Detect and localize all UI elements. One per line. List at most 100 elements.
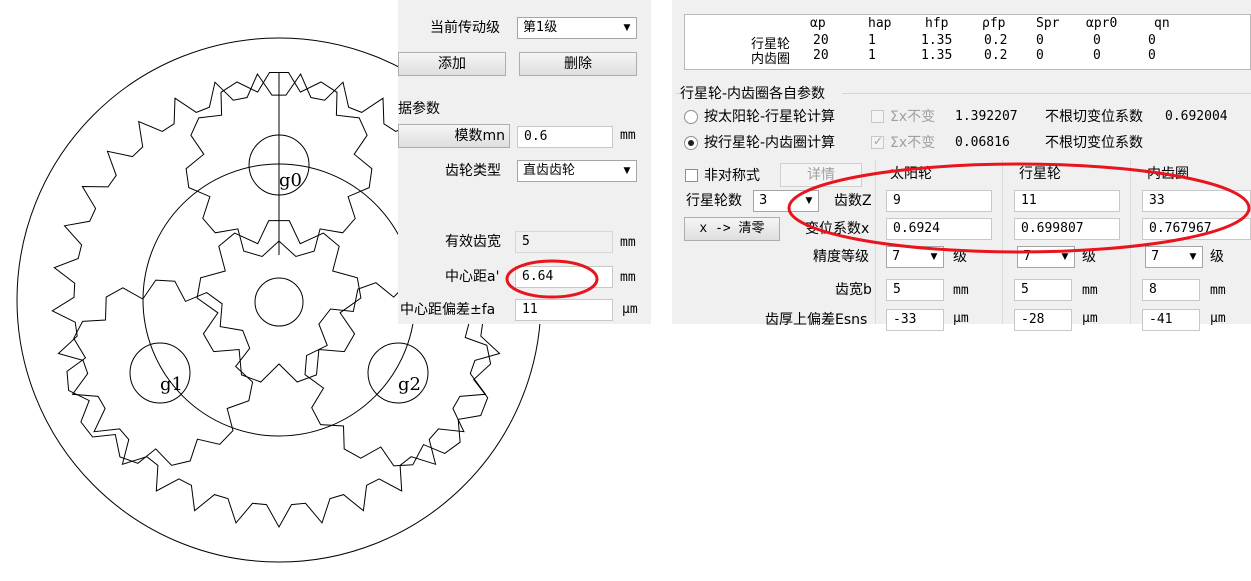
col-planet: 行星轮 — [1019, 166, 1061, 182]
ring-shift-input[interactable]: 0.767967 — [1142, 218, 1251, 240]
stage-select[interactable]: 第1级 ▼ — [517, 17, 637, 39]
col-header: qn — [1154, 16, 1170, 31]
width-unit: mm — [1082, 283, 1098, 298]
center-dev-input[interactable]: 11 — [515, 299, 613, 321]
table-cell: 0 — [1148, 48, 1156, 63]
chevron-down-icon: ▼ — [930, 252, 938, 262]
add-button[interactable]: 添加 — [398, 52, 506, 76]
planet-precision-select[interactable]: 7 ▼ — [1017, 246, 1075, 268]
table-cell: 0 — [1036, 48, 1044, 63]
col-ring: 内齿圈 — [1147, 166, 1189, 182]
width-unit: mm — [953, 283, 969, 298]
planet-count-select[interactable]: 3 ▼ — [753, 190, 819, 212]
shift-label: 变位系数x — [805, 221, 870, 237]
chevron-down-icon: ▼ — [1189, 252, 1197, 262]
row-name: 内齿圈 — [751, 52, 791, 67]
gear-type-select[interactable]: 直齿齿轮 ▼ — [517, 160, 637, 182]
radio-planet-ring[interactable] — [684, 136, 698, 150]
precision-unit: 级 — [1210, 249, 1224, 265]
sun-thickness-input[interactable]: -33 — [886, 309, 944, 331]
table-cell: 1.35 — [921, 48, 953, 63]
gear-type-value: 直齿齿轮 — [523, 163, 576, 178]
no-undercut-label-2: 不根切变位系数 — [1045, 135, 1143, 151]
center-dist-input[interactable]: 6.64 — [515, 266, 613, 288]
radio-planet-ring-label[interactable]: 按行星轮-内齿圈计算 — [704, 134, 835, 152]
thickness-label: 齿厚上偏差Esns — [765, 312, 868, 328]
width-unit: mm — [1210, 283, 1226, 298]
sum-x-label-1: Σx不变 — [890, 109, 936, 125]
precision-value: 7 — [1023, 249, 1032, 264]
thickness-unit: μm — [1082, 311, 1098, 326]
sum-x-checkbox-1[interactable] — [871, 110, 884, 123]
table-cell: 0 — [1036, 33, 1044, 48]
sun-width-input[interactable]: 5 — [886, 279, 944, 301]
module-unit: mm — [620, 128, 636, 143]
radio-sun-planet-label[interactable]: 按太阳轮-行星轮计算 — [704, 108, 835, 126]
precision-value: 7 — [1151, 249, 1160, 264]
radio-sun-planet[interactable] — [684, 110, 698, 124]
asym-label: 非对称式 — [704, 168, 760, 184]
table-cell: 1 — [868, 48, 876, 63]
precision-unit: 级 — [1082, 249, 1096, 265]
center-dev-unit: μm — [622, 302, 638, 317]
col-sun: 太阳轮 — [890, 166, 932, 182]
planet-count-value: 3 — [759, 193, 768, 208]
right-param-panel: αp hap hfp ρfp Spr αpr0 qn 行星轮 20 1 1.35… — [672, 0, 1251, 331]
module-button[interactable]: 模数mn — [398, 124, 510, 148]
table-cell: 0 — [1148, 33, 1156, 48]
no-undercut-label-1: 不根切变位系数 — [1045, 109, 1143, 125]
tool-param-table: αp hap hfp ρfp Spr αpr0 qn 行星轮 20 1 1.35… — [684, 14, 1251, 70]
no-undercut-value-1: 0.692004 — [1165, 109, 1228, 124]
planet-g1-outline — [66, 279, 254, 466]
chevron-down-icon: ▼ — [1061, 252, 1069, 262]
sun-bore-circle — [254, 277, 304, 327]
table-cell: 0 — [1093, 48, 1101, 63]
center-dev-label: 中心距偏差±fa — [400, 302, 496, 318]
label-g1: g1 — [160, 374, 183, 395]
group-title: 行星轮-内齿圈各自参数 — [680, 86, 826, 102]
sun-teeth-input[interactable]: 9 — [886, 190, 992, 212]
center-dist-unit: mm — [620, 270, 636, 285]
delete-button[interactable]: 删除 — [519, 52, 637, 76]
detail-button[interactable]: 详情 — [780, 163, 862, 187]
section-title: 据参数 — [398, 101, 440, 117]
stage-select-value: 第1级 — [523, 20, 558, 35]
chevron-down-icon: ▼ — [623, 166, 631, 176]
col-header: αp — [810, 16, 826, 31]
sum-x-label-2: Σx不变 — [890, 135, 936, 151]
sum-x-value-1: 1.392207 — [955, 109, 1018, 124]
planet-thickness-input[interactable]: -28 — [1014, 309, 1072, 331]
asym-checkbox[interactable] — [685, 169, 698, 182]
planet-teeth-input[interactable]: 11 — [1014, 190, 1120, 212]
precision-value: 7 — [892, 249, 901, 264]
divider — [875, 160, 876, 324]
groupbox-border — [842, 93, 1251, 94]
sun-shift-input[interactable]: 0.6924 — [886, 218, 992, 240]
planet-width-input[interactable]: 5 — [1014, 279, 1072, 301]
teeth-label: 齿数Z — [834, 193, 872, 209]
divider — [1130, 160, 1131, 324]
ring-precision-select[interactable]: 7 ▼ — [1145, 246, 1203, 268]
chevron-down-icon: ▼ — [805, 196, 813, 206]
sun-precision-select[interactable]: 7 ▼ — [886, 246, 944, 268]
precision-label: 精度等级 — [813, 249, 869, 265]
eff-width-label: 有效齿宽 — [445, 234, 501, 250]
width-label: 齿宽b — [835, 282, 872, 298]
chevron-down-icon: ▼ — [623, 23, 631, 33]
ring-thickness-input[interactable]: -41 — [1142, 309, 1200, 331]
sum-x-checkbox-2[interactable]: ✓ — [871, 134, 884, 149]
col-header: Spr — [1036, 16, 1060, 31]
label-g0: g0 — [279, 170, 302, 191]
table-cell: 20 — [813, 33, 829, 48]
module-input[interactable]: 0.6 — [517, 126, 613, 148]
planet-shift-input[interactable]: 0.699807 — [1014, 218, 1120, 240]
clear-x-button[interactable]: x -> 清零 — [684, 217, 780, 241]
table-cell: 0.2 — [984, 48, 1008, 63]
ring-teeth-input[interactable]: 33 — [1142, 190, 1251, 212]
thickness-unit: μm — [953, 311, 969, 326]
ring-width-input[interactable]: 8 — [1142, 279, 1200, 301]
table-cell: 20 — [813, 48, 829, 63]
table-cell: 1.35 — [921, 33, 953, 48]
thickness-unit: μm — [1210, 311, 1226, 326]
sum-x-value-2: 0.06816 — [955, 135, 1010, 150]
